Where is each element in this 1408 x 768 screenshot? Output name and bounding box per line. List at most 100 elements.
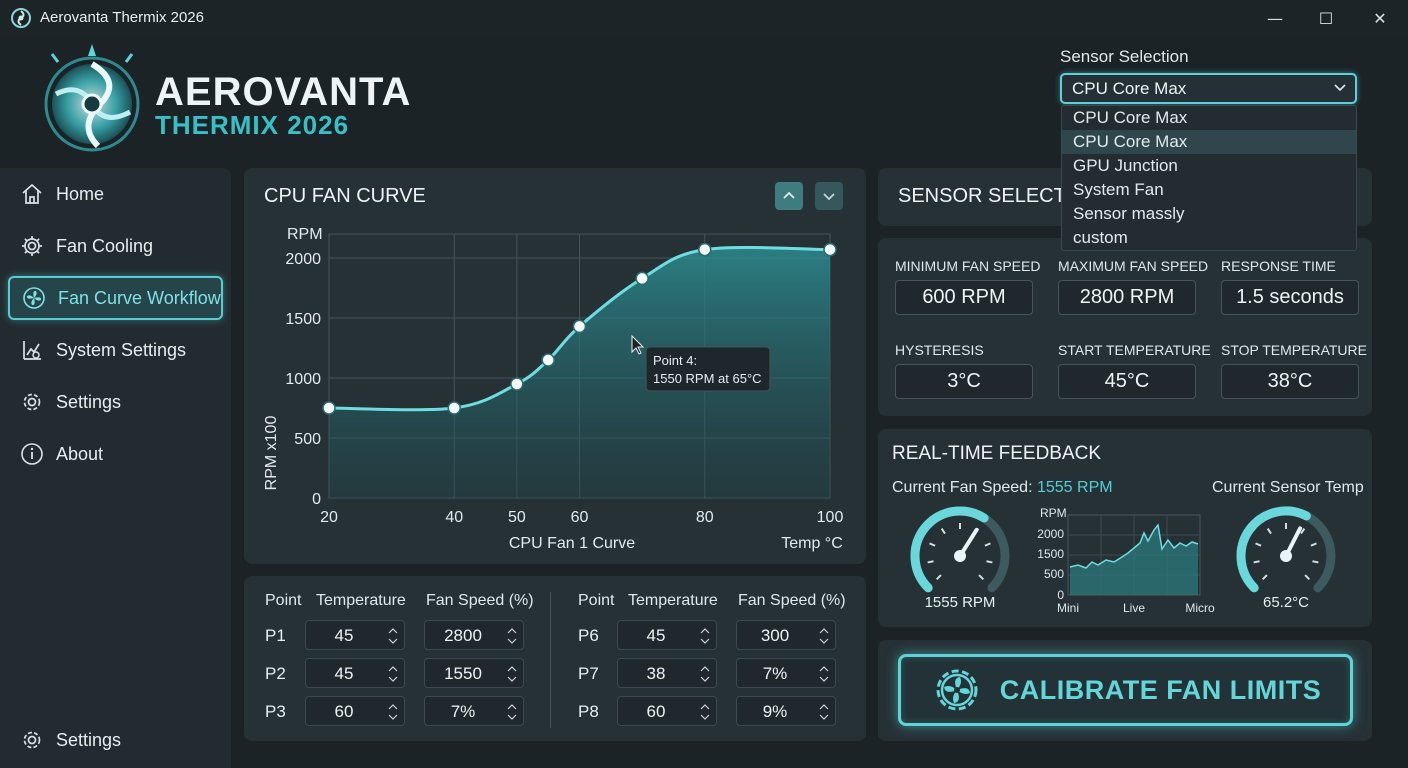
header-fan-speed: Fan Speed (%) [738, 592, 846, 609]
stop-temperature-field[interactable]: 38°C [1221, 364, 1359, 399]
stepper-value: 9% [762, 702, 788, 721]
min-fan-speed-field[interactable]: 600 RPM [895, 280, 1033, 315]
stepper-arrows-icon[interactable] [819, 625, 829, 647]
stepper-value: 1550 [444, 664, 482, 683]
live-rpm-minichart: RPM 2000 1500 500 0 Mini Live Micro [1037, 506, 1215, 615]
header-point: Point [265, 592, 302, 609]
x-tick-label: 100 [817, 509, 844, 526]
sidebar-item-home[interactable]: Home [8, 172, 223, 216]
stepper-arrows-icon[interactable] [388, 701, 398, 723]
x-tick-label: 20 [320, 509, 338, 526]
stepper-arrows-icon[interactable] [388, 663, 398, 685]
y-tick-label: 1000 [285, 371, 321, 388]
fan-parameters-panel: MINIMUM FAN SPEED 600 RPM MAXIMUM FAN SP… [878, 238, 1372, 416]
param-label: START TEMPERATURE [1058, 342, 1211, 358]
gauge-tick [929, 542, 936, 547]
fan-speed-stepper[interactable]: 7% [424, 696, 524, 726]
x-tick-label: 60 [571, 509, 589, 526]
info-icon [21, 443, 43, 465]
curve-point[interactable] [823, 242, 837, 257]
title-bar [0, 0, 1408, 36]
stepper-arrows-icon[interactable] [507, 625, 517, 647]
stepper-arrows-icon[interactable] [819, 663, 829, 685]
system-settings-icon [23, 341, 41, 360]
row-label: P7 [578, 664, 599, 683]
calibrate-panel: CALIBRATE FAN LIMITS [878, 640, 1372, 741]
y-tick-label: 500 [294, 431, 321, 448]
temperature-stepper[interactable]: 60 [305, 696, 405, 726]
gauge-arc [1236, 506, 1311, 593]
temperature-stepper[interactable]: 45 [617, 620, 717, 650]
sidebar-item-system-settings[interactable]: System Settings [8, 328, 223, 372]
gauge-tick [940, 528, 946, 535]
curve-point[interactable] [635, 271, 649, 286]
stepper-arrows-icon[interactable] [700, 701, 710, 723]
x-axis-unit: Temp °C [781, 535, 843, 552]
temperature-stepper[interactable]: 38 [617, 658, 717, 688]
stepper-arrows-icon[interactable] [819, 701, 829, 723]
curve-title: CPU FAN CURVE [264, 185, 426, 207]
minichart-unit: RPM [1040, 506, 1067, 520]
temperature-stepper[interactable]: 45 [305, 620, 405, 650]
start-temperature-field[interactable]: 45°C [1058, 364, 1196, 399]
row-label: P3 [265, 702, 286, 721]
sensor-option[interactable]: GPU Junction [1062, 154, 1356, 178]
row-label: P8 [578, 702, 599, 721]
sensor-select[interactable]: CPU Core Max [1060, 73, 1357, 104]
sensor-option[interactable]: CPU Core Max [1062, 106, 1356, 130]
stepper-arrows-icon[interactable] [388, 625, 398, 647]
fan-speed-stepper[interactable]: 2800 [424, 620, 524, 650]
minichart-xtick: Live [1123, 601, 1145, 615]
minimize-button[interactable]: — [1252, 0, 1298, 36]
sensor-option[interactable]: custom [1062, 226, 1356, 250]
sidebar-item-fan-cooling[interactable]: Fan Cooling [8, 224, 223, 268]
fan-speed-stepper[interactable]: 9% [736, 696, 836, 726]
temperature-stepper[interactable]: 60 [617, 696, 717, 726]
curve-point[interactable] [510, 377, 524, 391]
sensor-option[interactable]: System Fan [1062, 178, 1356, 202]
row-label: P2 [265, 664, 286, 683]
sensor-temp-gauge: 65.2°C [1236, 506, 1336, 611]
stepper-arrows-icon[interactable] [507, 701, 517, 723]
fan-speed-stepper[interactable]: 7% [736, 658, 836, 688]
sensor-option-highlighted[interactable]: CPU Core Max [1062, 130, 1356, 154]
fan-speed-stepper[interactable]: 1550 [424, 658, 524, 688]
stepper-arrows-icon[interactable] [700, 625, 710, 647]
sidebar-item-settings[interactable]: Settings [8, 380, 223, 424]
fan-speed-stepper[interactable]: 300 [736, 620, 836, 650]
sidebar-item-about[interactable]: About [8, 432, 223, 476]
calibrate-fan-limits-button[interactable]: CALIBRATE FAN LIMITS [898, 654, 1353, 726]
sidebar-item-fan-curve-workflow[interactable]: Fan Curve Workflow [8, 276, 223, 320]
response-time-field[interactable]: 1.5 seconds [1221, 280, 1359, 315]
curve-point[interactable] [698, 242, 712, 257]
x-tick-label: 80 [696, 509, 714, 526]
curve-scroll-down-button[interactable] [815, 182, 843, 210]
max-fan-speed-field[interactable]: 2800 RPM [1058, 280, 1196, 315]
header-temperature: Temperature [316, 592, 406, 609]
sidebar-footer-settings[interactable]: Settings [8, 718, 223, 762]
sidebar-item-label: About [56, 443, 104, 464]
curve-point[interactable] [572, 319, 587, 334]
sensor-option[interactable]: Sensor massly [1062, 202, 1356, 226]
sidebar-item-label: Home [56, 183, 105, 204]
curve-point[interactable] [322, 401, 336, 415]
stepper-arrows-icon[interactable] [700, 663, 710, 685]
sidebar-item-label: Settings [56, 729, 122, 750]
stepper-value: 2800 [444, 626, 482, 645]
maximize-button[interactable]: ☐ [1303, 0, 1349, 36]
tooltip-value: 1550 RPM at 65°C [653, 371, 762, 386]
curve-scroll-up-button[interactable] [775, 182, 803, 210]
point-tooltip: Point 4: 1550 RPM at 65°C [645, 346, 771, 392]
temperature-stepper[interactable]: 45 [305, 658, 405, 688]
minichart-xtick: Mini [1057, 601, 1079, 615]
stepper-value: 7% [450, 702, 476, 721]
gauge-left-value: 1555 RPM [925, 594, 996, 611]
stepper-arrows-icon[interactable] [507, 663, 517, 685]
curve-point[interactable] [541, 353, 555, 367]
close-button[interactable]: ✕ [1357, 0, 1403, 36]
gauge-tick [1266, 528, 1272, 535]
chevron-down-icon [823, 193, 835, 201]
hysteresis-field[interactable]: 3°C [895, 364, 1033, 399]
curve-point[interactable] [447, 401, 461, 415]
fan-speed-gauge: 1555 RPM [910, 506, 1010, 611]
